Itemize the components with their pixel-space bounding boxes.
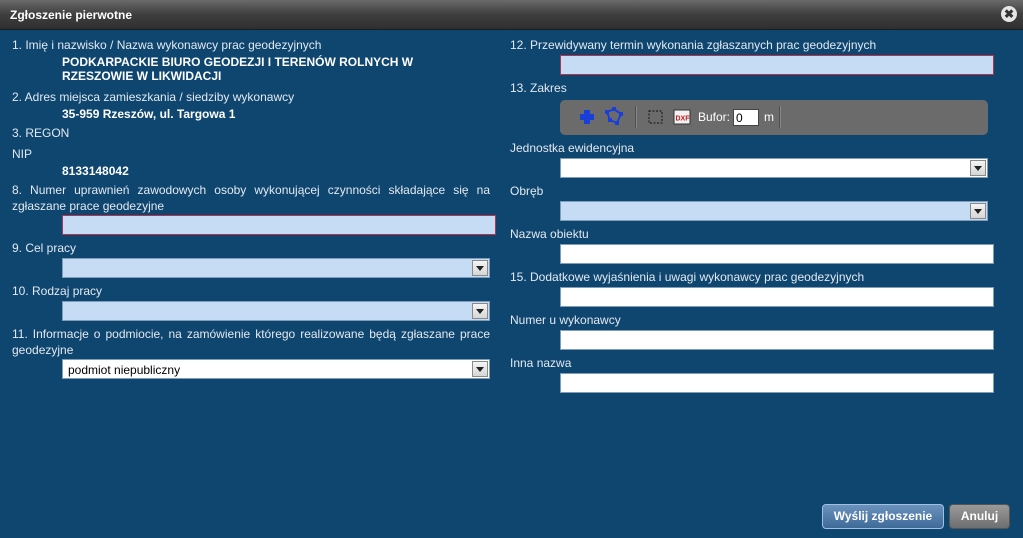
work-purpose-select[interactable] bbox=[62, 258, 490, 278]
select-rectangle-icon[interactable] bbox=[647, 108, 665, 126]
buffer-label: Bufor: bbox=[698, 110, 731, 124]
license-number-input[interactable] bbox=[62, 215, 496, 235]
chevron-down-icon[interactable] bbox=[970, 160, 986, 176]
other-name-label: Inna nazwa bbox=[510, 356, 572, 370]
nip-value: 8133148042 bbox=[62, 164, 129, 178]
cadastral-unit-select[interactable] bbox=[560, 158, 988, 178]
object-name-label: Nazwa obiektu bbox=[510, 227, 589, 241]
client-info-select[interactable]: podmiot niepubliczny bbox=[62, 359, 490, 379]
chevron-down-icon[interactable] bbox=[472, 361, 488, 377]
buffer-input[interactable] bbox=[733, 109, 759, 126]
chevron-down-icon[interactable] bbox=[472, 260, 488, 276]
cancel-button[interactable]: Anuluj bbox=[949, 504, 1010, 529]
chevron-down-icon[interactable] bbox=[472, 303, 488, 319]
precinct-select[interactable] bbox=[560, 201, 988, 221]
scope-label: 13. Zakres bbox=[510, 81, 567, 95]
client-info-value: podmiot niepubliczny bbox=[68, 363, 181, 377]
work-purpose-label: 9. Cel pracy bbox=[12, 241, 77, 255]
planned-date-label: 12. Przewidywany termin wykonania zgłasz… bbox=[510, 38, 877, 52]
contractor-number-input[interactable] bbox=[560, 330, 994, 350]
work-type-label: 10. Rodzaj pracy bbox=[12, 284, 103, 298]
remarks-input[interactable] bbox=[560, 287, 994, 307]
contractor-name-label: 1. Imię i nazwisko / Nazwa wykonawcy pra… bbox=[12, 38, 322, 52]
draw-polygon-icon[interactable] bbox=[604, 106, 626, 128]
dialog-title: Zgłoszenie pierwotne bbox=[10, 8, 133, 22]
add-point-icon[interactable] bbox=[578, 108, 596, 126]
remarks-label: 15. Dodatkowe wyjaśnienia i uwagi wykona… bbox=[510, 270, 865, 284]
submit-button[interactable]: Wyślij zgłoszenie bbox=[822, 504, 944, 529]
contractor-address-label: 2. Adres miejsca zamieszkania / siedziby… bbox=[12, 90, 295, 104]
cadastral-unit-label: Jednostka ewidencyjna bbox=[510, 141, 635, 155]
work-type-select[interactable] bbox=[62, 301, 490, 321]
other-name-input[interactable] bbox=[560, 373, 994, 393]
client-info-label: 11. Informacje o podmiocie, na zamówieni… bbox=[12, 327, 490, 357]
chevron-down-icon[interactable] bbox=[970, 203, 986, 219]
svg-text:DXF: DXF bbox=[676, 116, 691, 123]
scope-toolbar: DXF Bufor: m bbox=[560, 100, 988, 135]
dialog-window: Zgłoszenie pierwotne ✖ 1. Imię i nazwisk… bbox=[0, 0, 1023, 538]
close-icon[interactable]: ✖ bbox=[1001, 6, 1017, 22]
toolbar-separator bbox=[635, 106, 637, 128]
contractor-address-value: 35-959 Rzeszów, ul. Targowa 1 bbox=[62, 107, 236, 121]
object-name-input[interactable] bbox=[560, 244, 994, 264]
license-number-label: 8. Numer uprawnień zawodowych osoby wyko… bbox=[12, 183, 490, 213]
contractor-number-label: Numer u wykonawcy bbox=[510, 313, 621, 327]
regon-label: 3. REGON bbox=[12, 126, 70, 140]
buffer-unit: m bbox=[764, 110, 774, 124]
title-bar: Zgłoszenie pierwotne ✖ bbox=[0, 0, 1023, 30]
precinct-label: Obręb bbox=[510, 184, 544, 198]
dxf-import-icon[interactable]: DXF bbox=[673, 108, 691, 126]
planned-date-input[interactable] bbox=[560, 55, 994, 75]
nip-label: NIP bbox=[12, 147, 33, 161]
toolbar-separator bbox=[779, 106, 781, 128]
contractor-name-value: PODKARPACKIE BIURO GEODEZJI I TERENÓW RO… bbox=[62, 55, 414, 83]
